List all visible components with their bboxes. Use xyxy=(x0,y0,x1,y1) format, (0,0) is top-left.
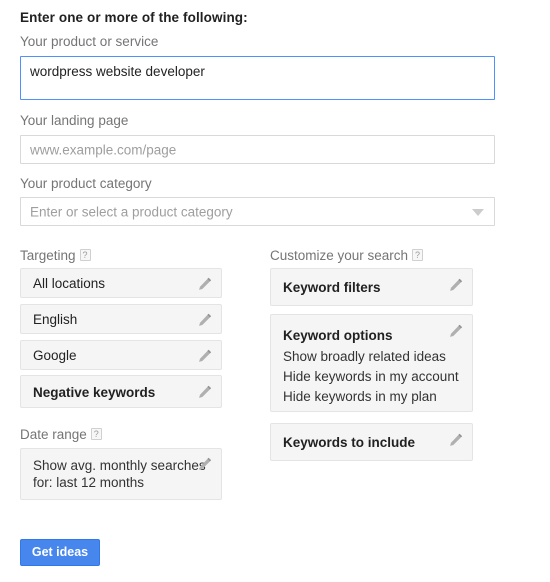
help-icon[interactable]: ? xyxy=(412,249,424,261)
product-category-placeholder: Enter or select a product category xyxy=(30,204,233,219)
page-title: Enter one or more of the following: xyxy=(20,10,248,25)
pencil-icon[interactable] xyxy=(197,348,213,364)
pencil-icon[interactable] xyxy=(197,456,213,472)
targeting-item-english[interactable]: English xyxy=(20,304,222,334)
landing-page-label: Your landing page xyxy=(20,113,129,128)
targeting-item-all-locations[interactable]: All locations xyxy=(20,268,222,298)
keyword-options-title: Keyword options xyxy=(283,328,393,343)
date-range-label: Date range? xyxy=(20,427,102,442)
help-icon[interactable]: ? xyxy=(79,249,91,261)
keyword-options-option-1[interactable]: Show broadly related ideas xyxy=(283,349,446,364)
keyword-filters-card[interactable]: Keyword filters xyxy=(270,268,473,306)
targeting-label: Targeting? xyxy=(20,248,91,263)
keyword-options-option-2[interactable]: Hide keywords in my account xyxy=(283,369,459,384)
customize-search-label: Customize your search? xyxy=(270,248,424,263)
get-ideas-button[interactable]: Get ideas xyxy=(20,539,100,566)
targeting-item-google[interactable]: Google xyxy=(20,340,222,370)
targeting-item-negative-keywords[interactable]: Negative keywords xyxy=(20,375,222,408)
product-category-select[interactable]: Enter or select a product category xyxy=(20,197,495,226)
chevron-down-icon[interactable] xyxy=(472,208,484,216)
pencil-icon[interactable] xyxy=(197,384,213,400)
date-range-card[interactable]: Show avg. monthly searches for: last 12 … xyxy=(20,448,222,500)
keyword-options-card[interactable]: Keyword options Show broadly related ide… xyxy=(270,314,473,412)
product-service-label: Your product or service xyxy=(20,34,159,49)
targeting-item-label: Google xyxy=(33,348,77,363)
targeting-label-text: Targeting xyxy=(20,248,76,263)
pencil-icon[interactable] xyxy=(197,312,213,328)
keyword-planner-form: Enter one or more of the following: Your… xyxy=(0,0,550,582)
landing-page-placeholder: www.example.com/page xyxy=(30,142,177,157)
product-service-input[interactable]: wordpress website developer xyxy=(20,56,495,100)
keywords-to-include-card[interactable]: Keywords to include xyxy=(270,423,473,461)
pencil-icon[interactable] xyxy=(448,277,464,293)
keyword-options-option-3[interactable]: Hide keywords in my plan xyxy=(283,389,437,404)
pencil-icon[interactable] xyxy=(448,432,464,448)
targeting-item-label: All locations xyxy=(33,276,106,291)
customize-search-label-text: Customize your search xyxy=(270,248,409,263)
help-icon[interactable]: ? xyxy=(90,428,102,440)
pencil-icon[interactable] xyxy=(197,276,213,292)
keyword-filters-title: Keyword filters xyxy=(283,280,381,295)
targeting-item-label: Negative keywords xyxy=(33,385,156,400)
pencil-icon[interactable] xyxy=(448,323,464,339)
keywords-to-include-title: Keywords to include xyxy=(283,435,416,450)
product-service-value: wordpress website developer xyxy=(30,64,205,79)
landing-page-input[interactable]: www.example.com/page xyxy=(20,135,495,164)
date-range-line2: for: last 12 months xyxy=(33,475,145,490)
date-range-label-text: Date range xyxy=(20,427,87,442)
targeting-item-label: English xyxy=(33,312,78,327)
product-category-label: Your product category xyxy=(20,176,152,191)
date-range-line1: Show avg. monthly searches xyxy=(33,458,206,473)
